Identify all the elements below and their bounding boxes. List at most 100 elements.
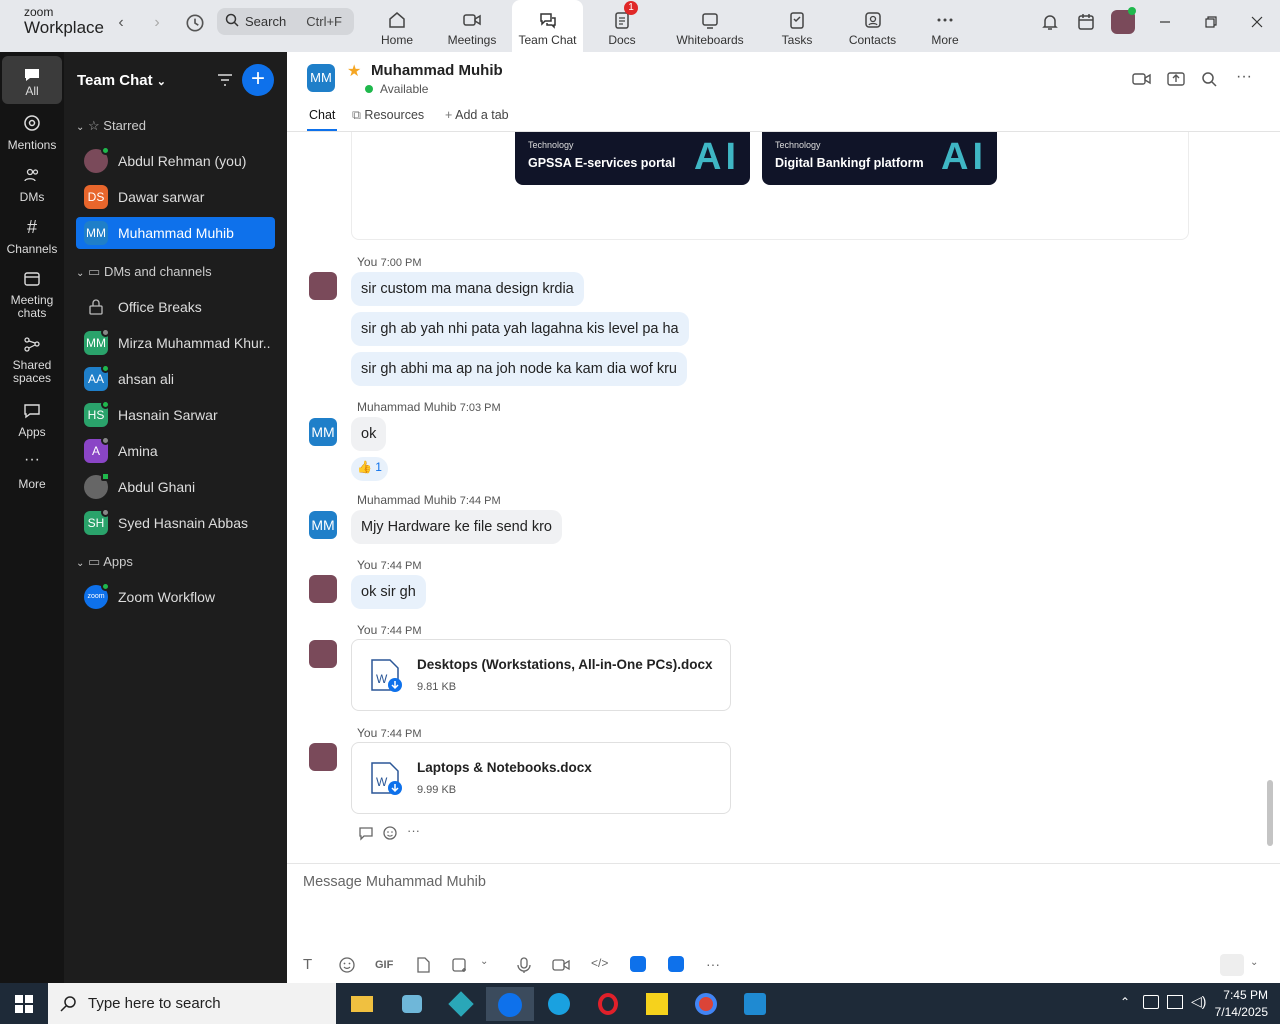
- chat-row-dawar-sarwar[interactable]: DS Dawar sarwar: [76, 181, 275, 213]
- chat-row-abdul-rehman[interactable]: Abdul Rehman (you): [76, 145, 275, 177]
- gif-icon[interactable]: GIF: [375, 959, 393, 977]
- section-apps[interactable]: ⌄ ▭ Apps: [76, 554, 133, 570]
- chevron-up-icon[interactable]: ⌃: [1120, 995, 1130, 1009]
- message-bubble[interactable]: sir gh abhi ma ap na joh node ka kam dia…: [351, 352, 687, 386]
- rail-item-meeting-chats[interactable]: Meeting chats: [2, 270, 62, 320]
- message-bubble[interactable]: Mjy Hardware ke file send kro: [351, 510, 562, 544]
- section-dms-and-channels[interactable]: ⌄ ▭ DMs and channels: [76, 264, 212, 280]
- zoom-app-icon[interactable]: [486, 987, 534, 1021]
- tab-more[interactable]: More: [922, 0, 968, 52]
- forward-arrow-icon[interactable]: ›: [146, 12, 168, 34]
- more-dots-icon[interactable]: ···: [706, 956, 724, 974]
- windows-start-icon[interactable]: [15, 995, 33, 1013]
- more-options-icon[interactable]: ···: [1236, 68, 1252, 86]
- edge-icon[interactable]: [535, 987, 583, 1021]
- search-icon[interactable]: [1201, 71, 1217, 87]
- volume-icon[interactable]: ◁): [1191, 993, 1206, 1010]
- history-icon[interactable]: [184, 12, 206, 34]
- chevron-down-icon[interactable]: ⌄: [480, 956, 498, 974]
- chat-row-ahsan-ali[interactable]: AA ahsan ali: [76, 363, 275, 395]
- tab-resources[interactable]: ⧉ Resources: [352, 108, 424, 123]
- reply-icon[interactable]: [358, 825, 374, 841]
- tab-add[interactable]: + Add a tab: [445, 108, 509, 122]
- my-avatar[interactable]: [309, 743, 337, 771]
- chat-row-mirza-muhammad[interactable]: MM Mirza Muhammad Khur...: [76, 327, 275, 359]
- tab-meetings[interactable]: Meetings: [437, 0, 507, 52]
- back-arrow-icon[interactable]: ‹: [110, 12, 132, 34]
- display-icon[interactable]: [1167, 995, 1183, 1009]
- section-starred[interactable]: ⌄ ☆ Starred: [76, 118, 146, 134]
- chat-row-amina[interactable]: A Amina: [76, 435, 275, 467]
- vscode-icon[interactable]: [731, 987, 779, 1021]
- minimize-icon[interactable]: [1155, 12, 1175, 32]
- add-reaction-icon[interactable]: [382, 825, 398, 841]
- video-call-icon[interactable]: [1132, 71, 1152, 87]
- chrome-icon[interactable]: [682, 987, 730, 1021]
- message-bubble[interactable]: sir gh ab yah nhi pata yah lagahna kis l…: [351, 312, 689, 346]
- video-message-icon[interactable]: [552, 956, 570, 974]
- my-avatar[interactable]: [309, 640, 337, 668]
- sticky-notes-icon[interactable]: [633, 987, 681, 1021]
- chat-row-zoom-workflow[interactable]: zoom Zoom Workflow: [76, 581, 275, 613]
- taskbar-clock[interactable]: 7:45 PM 7/14/2025: [1215, 987, 1268, 1021]
- message-bubble[interactable]: ok: [351, 417, 387, 451]
- opera-icon[interactable]: [584, 987, 632, 1021]
- rail-item-more[interactable]: ··· More: [2, 452, 62, 492]
- message-input[interactable]: Message Muhammad Muhib: [303, 874, 486, 890]
- tab-contacts[interactable]: Contacts: [845, 0, 900, 52]
- my-avatar[interactable]: [309, 575, 337, 603]
- contact-avatar[interactable]: MM: [309, 418, 337, 446]
- sidebar-title[interactable]: Team Chat ⌄: [77, 72, 166, 89]
- restore-icon[interactable]: [1201, 12, 1221, 32]
- tab-team-chat[interactable]: Team Chat: [512, 0, 583, 52]
- message-bubble[interactable]: ok sir gh: [351, 575, 426, 609]
- network-icon[interactable]: [1143, 995, 1159, 1009]
- star-filled-icon[interactable]: ★: [347, 61, 361, 81]
- share-screen-icon[interactable]: [1167, 70, 1185, 88]
- project-card-gpssa[interactable]: Technology GPSSA E-services portal AI: [515, 132, 750, 185]
- search-box[interactable]: Search Ctrl+F: [217, 8, 354, 35]
- more-options-icon[interactable]: ···: [407, 823, 420, 838]
- zoom-app-icon[interactable]: [630, 956, 646, 972]
- tab-whiteboards[interactable]: Whiteboards: [670, 0, 750, 52]
- file-attachment[interactable]: W Laptops & Notebooks.docx 9.99 KB: [351, 742, 731, 814]
- close-icon[interactable]: [1247, 12, 1267, 32]
- chat-row-muhammad-muhib[interactable]: MM Muhammad Muhib: [76, 217, 275, 249]
- taskbar-search[interactable]: Type here to search: [48, 983, 336, 1024]
- file-explorer-icon[interactable]: [338, 987, 386, 1021]
- new-chat-button[interactable]: +: [242, 64, 274, 96]
- chat-row-hasnain-sarwar[interactable]: HS Hasnain Sarwar: [76, 399, 275, 431]
- contact-name[interactable]: Muhammad Muhib: [371, 62, 503, 79]
- bell-icon[interactable]: [1040, 12, 1060, 32]
- chat-row-office-breaks[interactable]: Office Breaks: [76, 291, 275, 323]
- screenshot-icon[interactable]: [451, 956, 469, 974]
- emoji-icon[interactable]: [338, 956, 356, 974]
- message-bubble[interactable]: sir custom ma mana design krdia: [351, 272, 584, 306]
- rail-item-apps[interactable]: Apps: [2, 401, 62, 439]
- chevron-down-icon[interactable]: ⌄: [1250, 957, 1258, 968]
- my-avatar[interactable]: [309, 272, 337, 300]
- rail-item-dms[interactable]: DMs: [2, 166, 62, 204]
- text-format-icon[interactable]: T: [303, 956, 321, 974]
- file-attachment[interactable]: W Desktops (Workstations, All-in-One PCs…: [351, 639, 731, 711]
- microphone-icon[interactable]: [515, 956, 533, 974]
- tab-chat[interactable]: Chat: [309, 108, 335, 122]
- reaction-chip[interactable]: 👍 1: [351, 457, 388, 481]
- app-icon[interactable]: [437, 987, 485, 1021]
- chat-scrollbar[interactable]: [1267, 780, 1273, 846]
- app-icon[interactable]: [388, 987, 436, 1021]
- rail-item-all[interactable]: All: [2, 56, 62, 104]
- rail-item-mentions[interactable]: Mentions: [2, 114, 62, 152]
- project-card-digital-banking[interactable]: Technology Digital Bankingf platform AI: [762, 132, 997, 185]
- tab-home[interactable]: Home: [367, 0, 427, 52]
- contact-avatar[interactable]: MM: [309, 511, 337, 539]
- filter-icon[interactable]: [216, 71, 234, 89]
- calendar-icon[interactable]: [1076, 12, 1096, 32]
- chat-row-abdul-ghani[interactable]: Abdul Ghani: [76, 471, 275, 503]
- rail-item-shared-spaces[interactable]: Shared spaces: [2, 335, 62, 385]
- rail-item-channels[interactable]: # Channels: [2, 218, 62, 256]
- code-snippet-icon[interactable]: </>: [591, 956, 609, 974]
- file-icon[interactable]: [414, 956, 432, 974]
- contact-avatar[interactable]: MM: [307, 64, 335, 92]
- tab-docs[interactable]: 1 Docs: [597, 0, 647, 52]
